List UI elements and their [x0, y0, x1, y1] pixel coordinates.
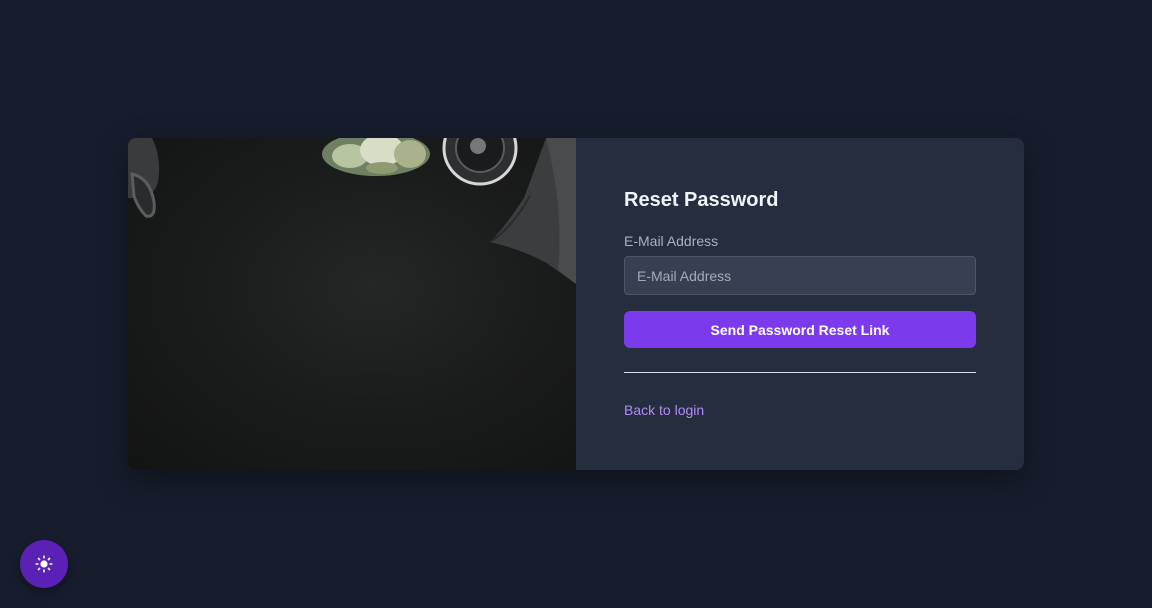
email-label: E-Mail Address [624, 233, 719, 249]
divider [624, 372, 976, 373]
desk-photo-illustration [128, 138, 576, 284]
decorative-desk-photo [128, 138, 576, 470]
theme-toggle-button[interactable] [20, 540, 68, 588]
reset-password-card: Reset Password E-Mail Address Send Passw… [128, 138, 1024, 470]
send-reset-link-button[interactable]: Send Password Reset Link [624, 311, 976, 348]
reset-form-panel: Reset Password E-Mail Address Send Passw… [576, 138, 1024, 470]
email-field[interactable] [624, 256, 976, 295]
back-to-login-link[interactable]: Back to login [624, 402, 704, 418]
sun-icon [35, 555, 53, 573]
page-title: Reset Password [624, 189, 779, 211]
